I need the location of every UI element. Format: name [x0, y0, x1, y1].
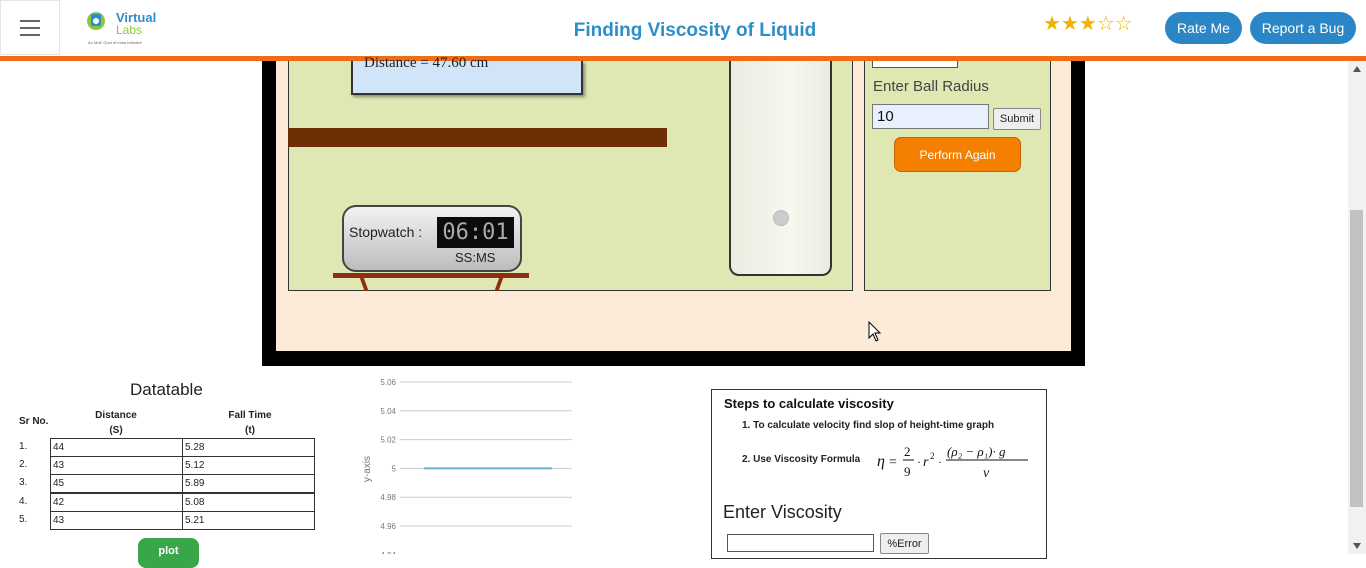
percent-error-button[interactable]: %Error: [880, 533, 929, 554]
column-header-distance-unit: (S): [109, 425, 123, 436]
svg-text:(ρ₂ − ρ₁)· g: (ρ₂ − ρ₁)· g: [947, 444, 1006, 459]
submit-button[interactable]: Submit: [993, 108, 1041, 130]
time-cell[interactable]: 5.08: [182, 493, 315, 512]
svg-text:·: ·: [917, 455, 921, 469]
star-empty-icon[interactable]: ☆: [1097, 13, 1115, 35]
scroll-down-arrow-icon[interactable]: [1353, 543, 1361, 549]
y-tick-label: 5.04: [380, 407, 396, 416]
scroll-thumb[interactable]: [1350, 210, 1363, 507]
y-tick-label: 4.96: [380, 522, 396, 531]
y-tick-label: 5: [392, 464, 397, 473]
stopwatch-display: 06:01: [437, 217, 514, 248]
column-header-time: Fall Time (t): [222, 408, 278, 438]
column-header-time-label: Fall Time: [228, 410, 272, 421]
datatable-title: Datatable: [130, 380, 203, 399]
time-cell[interactable]: 5.21: [182, 511, 315, 530]
radius-label: Enter Ball Radius: [873, 78, 989, 95]
time-cell[interactable]: 5.28: [182, 438, 315, 457]
height-time-chart: 5.065.045.0254.984.964.94y-axis: [362, 378, 572, 554]
controls-panel: [864, 61, 1051, 291]
time-cell[interactable]: 5.12: [182, 456, 315, 475]
column-header-sr: Sr No.: [19, 416, 49, 427]
star-filled-icon[interactable]: ★: [1061, 13, 1079, 35]
y-tick-label: 5.02: [380, 436, 396, 445]
distance-cell[interactable]: 42: [50, 493, 183, 512]
svg-text:=: =: [889, 455, 897, 470]
svg-text:·: ·: [938, 455, 942, 469]
wooden-shelf: [288, 128, 667, 147]
radius-input[interactable]: [872, 104, 989, 129]
distance-cell[interactable]: 44: [50, 438, 183, 457]
row-number: 5.: [19, 514, 28, 525]
row-number: 1.: [19, 441, 28, 452]
y-tick-label: 4.98: [380, 493, 396, 502]
viscosity-formula-image: η = 2 9 · r 2 · (ρ₂ − ρ₁)· g v: [877, 444, 1028, 481]
mouse-cursor-icon: [868, 321, 882, 342]
row-number: 2.: [19, 459, 28, 470]
rate-me-button[interactable]: Rate Me: [1165, 12, 1242, 44]
rating-stars[interactable]: ★★★☆☆: [1043, 14, 1133, 34]
perform-again-button[interactable]: Perform Again: [894, 137, 1021, 172]
step-one-text: 1. To calculate velocity find slop of he…: [742, 420, 995, 431]
column-header-distance: Distance (S): [90, 408, 142, 438]
stopwatch-label: Stopwatch :: [349, 224, 423, 240]
report-bug-button[interactable]: Report a Bug: [1250, 12, 1356, 44]
viscosity-input[interactable]: [727, 534, 874, 552]
star-empty-icon[interactable]: ☆: [1115, 13, 1133, 35]
time-cell[interactable]: 5.89: [182, 474, 315, 493]
page-title: Finding Viscosity of Liquid: [573, 20, 817, 41]
scroll-up-arrow-icon[interactable]: [1353, 66, 1361, 72]
svg-text:η: η: [877, 453, 885, 470]
stopwatch-units: SS:MS: [455, 250, 496, 265]
column-header-time-unit: (t): [245, 425, 255, 436]
ball-selector-field[interactable]: [872, 61, 958, 68]
svg-text:2: 2: [904, 444, 911, 459]
svg-text:r: r: [923, 455, 929, 470]
svg-text:9: 9: [904, 464, 911, 479]
svg-text:v: v: [983, 466, 990, 481]
steps-title: Steps to calculate viscosity: [724, 396, 894, 411]
star-filled-icon[interactable]: ★: [1043, 13, 1061, 35]
star-filled-icon[interactable]: ★: [1079, 13, 1097, 35]
column-header-distance-label: Distance: [95, 410, 137, 421]
y-axis-label: y-axis: [362, 456, 373, 482]
step-two-text: 2. Use Viscosity Formula: [742, 454, 861, 465]
distance-text: Distance = 47.60 cm: [364, 55, 489, 71]
viscosity-label: Enter Viscosity: [723, 502, 842, 522]
svg-text:2: 2: [930, 451, 935, 461]
distance-cell[interactable]: 45: [50, 474, 183, 493]
page-scrollbar[interactable]: [1348, 61, 1366, 554]
liquid-tube: [729, 61, 832, 276]
y-tick-label: 5.06: [380, 378, 396, 387]
distance-cell[interactable]: 43: [50, 456, 183, 475]
row-number: 3.: [19, 477, 28, 488]
falling-ball: [773, 210, 789, 226]
distance-cell[interactable]: 43: [50, 511, 183, 530]
plot-button[interactable]: plot: [138, 538, 199, 568]
row-number: 4.: [19, 496, 28, 507]
